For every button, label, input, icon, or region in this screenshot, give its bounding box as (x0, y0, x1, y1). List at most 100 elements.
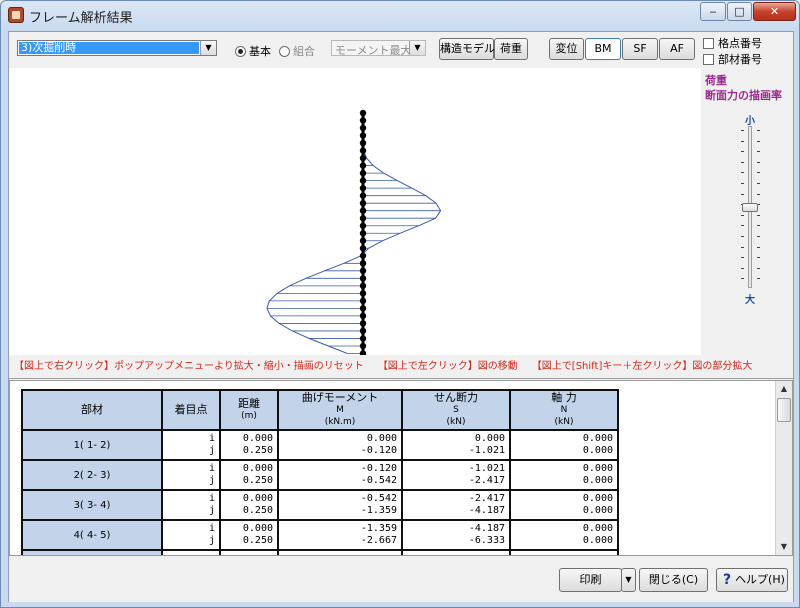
radio-basic-label: 基本 (249, 45, 271, 58)
bending-moment-diagram (9, 109, 442, 365)
node-point[interactable] (359, 177, 367, 184)
slider-tick (741, 140, 744, 142)
slider-tick (757, 193, 760, 195)
node-point[interactable] (359, 124, 367, 132)
node-point[interactable] (359, 230, 367, 237)
radio-dot-icon (235, 46, 246, 57)
node-point[interactable] (359, 335, 367, 342)
chevron-down-icon[interactable]: ▼ (200, 41, 216, 55)
help-icon: ? (723, 572, 732, 588)
node-point[interactable] (359, 312, 367, 320)
node-point[interactable] (359, 169, 367, 177)
scroll-down-icon[interactable]: ▼ (776, 539, 792, 555)
node-point[interactable] (359, 184, 367, 192)
bottom-bar: 印刷 ▼ 閉じる(C) ? ヘルプ(H) (9, 556, 793, 602)
result-table-area: 部材 着目点 距離 (m) 曲げモーメント M (kN.m) せん断力 S (kN) 軸 力 N (kN… (9, 380, 793, 556)
value-cell: -2.417 -4.187 (401, 489, 511, 521)
slider-tick (741, 161, 744, 163)
slider-tick (757, 151, 760, 153)
slider-tick (741, 172, 744, 174)
slider-tick (757, 130, 760, 131)
node-point[interactable] (359, 192, 367, 199)
value-cell: 0.000 0.250 (219, 519, 279, 551)
radio-dot-icon (279, 46, 290, 57)
moment-curve (266, 113, 442, 354)
node-point[interactable] (359, 320, 367, 327)
node-point[interactable] (359, 342, 367, 350)
member-cell: 3( 3- 4) (21, 489, 163, 521)
case-select[interactable]: 3)次掘削時 ▼ (17, 40, 217, 56)
node-point[interactable] (359, 132, 367, 139)
table-scrollbar[interactable]: ▲ ▼ (775, 381, 792, 555)
af-button[interactable]: AF (659, 38, 695, 60)
drawing-scale-panel: 荷重 断面力の描画率 小 大 (701, 68, 793, 355)
node-point[interactable] (359, 245, 367, 252)
close-window-button[interactable]: ✕ (753, 2, 796, 21)
node-point[interactable] (359, 290, 367, 297)
node-point[interactable] (359, 222, 367, 229)
value-cell: i j (161, 429, 221, 461)
displacement-button[interactable]: 変位 (549, 38, 584, 60)
node-point[interactable] (359, 215, 367, 222)
value-cell: -0.542 -1.359 (277, 489, 403, 521)
node-point[interactable] (359, 260, 367, 267)
node-number-checkbox[interactable]: 格点番号 (703, 35, 762, 50)
slider-tick (741, 246, 744, 248)
print-button[interactable]: 印刷 (559, 568, 622, 592)
slider-tick (741, 267, 744, 269)
table-row[interactable]: 1( 1- 2) i j 0.000 0.250 0.000 -0.120 0.000 … (21, 429, 619, 461)
node-point[interactable] (359, 109, 367, 117)
node-point[interactable] (359, 275, 367, 282)
scale-title-force: 断面力の描画率 (705, 87, 782, 103)
slider-tick (741, 257, 744, 259)
radio-basic[interactable]: 基本 (235, 43, 271, 58)
toolbar: 3)次掘削時 ▼ 基本 組合 モーメント最大 ▼ 構造モデル 荷重 変位 BM … (9, 32, 793, 68)
node-point[interactable] (359, 154, 367, 162)
slider-tick (741, 193, 744, 195)
print-dropdown-icon[interactable]: ▼ (621, 568, 636, 592)
node-point[interactable] (359, 297, 367, 305)
moment-select[interactable]: モーメント最大 ▼ (331, 40, 426, 57)
slider-tick (757, 267, 760, 269)
node-point[interactable] (359, 162, 367, 169)
chevron-down-icon[interactable]: ▼ (409, 41, 425, 55)
node-point[interactable] (359, 147, 367, 154)
app-icon (8, 7, 24, 23)
radio-combo[interactable]: 組合 (279, 43, 315, 58)
sf-button[interactable]: SF (622, 38, 658, 60)
maximize-button[interactable]: □ (727, 2, 752, 21)
value-cell: 0.000 0.250 (219, 459, 279, 491)
checkbox-icon (703, 38, 714, 49)
checkbox-icon (703, 54, 714, 65)
node-point[interactable] (359, 199, 367, 207)
slider-tick (757, 257, 760, 259)
node-point[interactable] (359, 139, 367, 147)
table-row[interactable]: 3( 3- 4) i j 0.000 0.250 -0.542 -1.359 -2.41… (21, 489, 619, 521)
value-cell: 0.000 0.000 (509, 519, 619, 551)
help-button[interactable]: ? ヘルプ(H) (716, 568, 788, 592)
node-point[interactable] (359, 282, 367, 290)
help-button-label: ヘルプ(H) (735, 573, 785, 586)
member-number-checkbox[interactable]: 部材番号 (703, 51, 762, 66)
table-row[interactable]: 2( 2- 3) i j 0.000 0.250 -0.120 -0.542 -1.02… (21, 459, 619, 491)
hint-right-click: 【図上で右クリック】ポップアップメニューより拡大・縮小・描画のリセット (14, 361, 364, 372)
node-point[interactable] (359, 117, 367, 124)
minimize-button[interactable]: ‒ (700, 2, 726, 21)
node-point[interactable] (359, 305, 367, 312)
scroll-up-icon[interactable]: ▲ (776, 381, 792, 397)
node-point[interactable] (359, 237, 367, 244)
node-point[interactable] (359, 252, 367, 259)
diagram-canvas[interactable] (9, 68, 701, 365)
structure-model-button[interactable]: 構造モデル (439, 38, 495, 60)
member-cell: 4( 4- 5) (21, 519, 163, 551)
table-header-cell: 軸 力 N (kN) (509, 389, 619, 431)
node-point[interactable] (359, 267, 367, 275)
load-button[interactable]: 荷重 (494, 38, 528, 60)
bm-button[interactable]: BM (585, 38, 621, 60)
table-row[interactable]: 4( 4- 5) i j 0.000 0.250 -1.359 -2.667 -4.18… (21, 519, 619, 551)
scale-slider-thumb[interactable] (742, 203, 758, 212)
close-button[interactable]: 閉じる(C) (639, 568, 708, 592)
node-point[interactable] (359, 207, 367, 214)
node-point[interactable] (359, 327, 367, 335)
scroll-thumb[interactable] (777, 398, 791, 422)
